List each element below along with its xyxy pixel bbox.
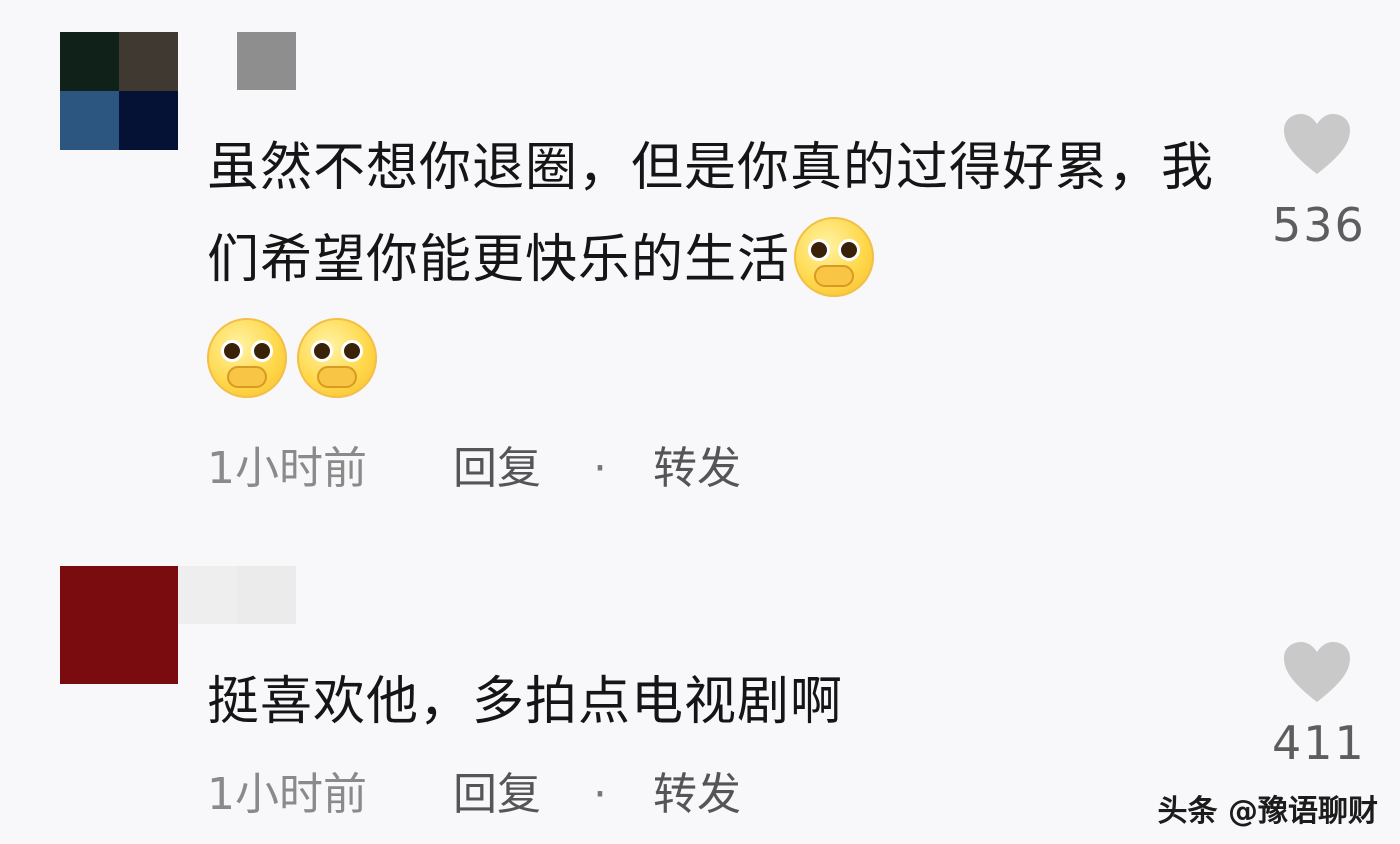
avatar-mosaic-tile [119,32,178,91]
pleading-emoji-icon [297,318,377,398]
like-button[interactable]: 536 [1272,112,1366,252]
reply-button[interactable]: 回复 [453,758,593,822]
comment-text: 虽然不想你退圈，但是你真的过得好累，我们希望你能更快乐的生活 [207,122,1217,306]
watermark: 头条 @豫语聊财 [1157,794,1378,829]
username-redacted[interactable] [237,566,296,624]
separator-dot: · [593,443,607,494]
comment-actions: 1小时前 回复 · 转发 [207,432,741,496]
comment-body: 挺喜欢他，多拍点电视剧啊 [207,672,844,732]
forward-button[interactable]: 转发 [653,758,741,822]
comment-item: 虽然不想你退圈，但是你真的过得好累，我们希望你能更快乐的生活 1小时前 回复 · 转发… [0,0,1400,520]
like-count: 536 [1272,198,1366,252]
separator-dot: · [593,769,607,820]
comment-text: 挺喜欢他，多拍点电视剧啊 [207,656,1217,748]
like-button[interactable]: 411 [1272,640,1366,770]
reply-button[interactable]: 回复 [453,432,593,496]
pleading-emoji-icon [794,217,875,297]
timestamp: 1小时前 [207,769,367,820]
pleading-emoji-icon [207,318,287,398]
heart-icon [1284,642,1350,702]
comment-body: 虽然不想你退圈，但是你真的过得好累，我们希望你能更快乐的生活 [207,138,1215,290]
comment-feed: 虽然不想你退圈，但是你真的过得好累，我们希望你能更快乐的生活 1小时前 回复 · 转发… [0,0,1400,844]
avatar-mosaic-tile [60,91,119,150]
username-redacted-fragment [178,566,237,624]
forward-button[interactable]: 转发 [653,432,741,496]
comment-actions: 1小时前 回复 · 转发 [207,758,741,822]
emoji-row [207,318,387,402]
avatar-mosaic-tile [60,32,119,91]
heart-icon [1284,114,1350,174]
like-count: 411 [1272,716,1366,770]
username-redacted[interactable] [237,32,296,90]
avatar-mosaic-tile [119,91,178,150]
timestamp: 1小时前 [207,443,367,494]
avatar[interactable] [60,566,178,684]
avatar[interactable] [60,32,178,150]
